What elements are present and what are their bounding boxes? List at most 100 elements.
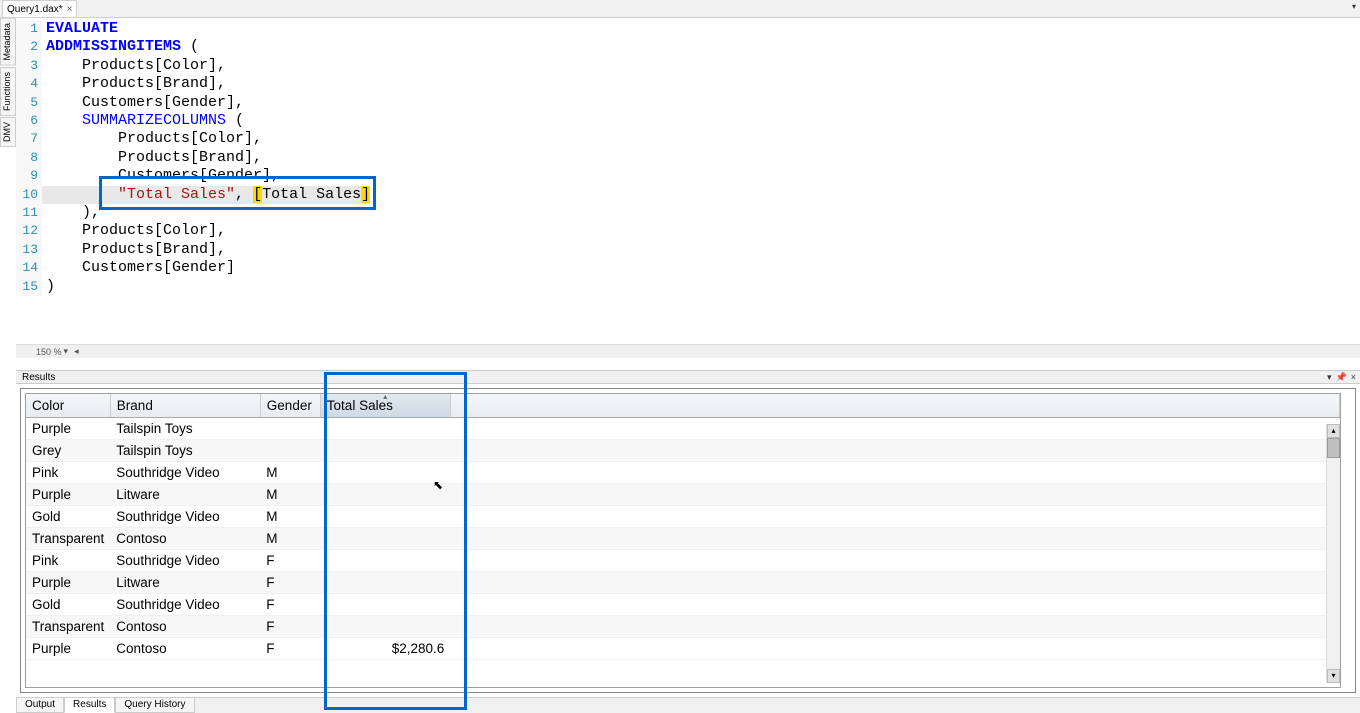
- code-line[interactable]: 6 SUMMARIZECOLUMNS (: [16, 112, 1360, 130]
- table-cell: Transparent: [26, 528, 110, 550]
- line-number: 14: [16, 259, 42, 277]
- panel-pin-icon[interactable]: 📌: [1336, 372, 1347, 383]
- side-tab-functions[interactable]: Functions: [0, 67, 16, 116]
- table-cell: Purple: [26, 572, 110, 594]
- table-cell: Transparent: [26, 616, 110, 638]
- table-cell: Gold: [26, 506, 110, 528]
- table-cell: [320, 594, 450, 616]
- panel-dropdown-icon[interactable]: ▾: [1327, 372, 1332, 383]
- line-number: 15: [16, 278, 42, 296]
- table-row[interactable]: PurpleContosoF$2,280.6: [26, 638, 1340, 660]
- code-line[interactable]: 4 Products[Brand],: [16, 75, 1360, 93]
- code-text[interactable]: Products[Brand],: [42, 241, 226, 259]
- table-cell: F: [260, 638, 320, 660]
- scroll-left-icon[interactable]: ◂: [74, 346, 79, 357]
- code-text[interactable]: Products[Brand],: [42, 149, 262, 167]
- code-line[interactable]: 9 Customers[Gender],: [16, 167, 1360, 185]
- code-text[interactable]: SUMMARIZECOLUMNS (: [42, 112, 244, 130]
- code-line[interactable]: 12 Products[Color],: [16, 222, 1360, 240]
- table-cell: [260, 418, 320, 440]
- bottom-tab-output[interactable]: Output: [16, 698, 64, 713]
- code-line[interactable]: 11 ),: [16, 204, 1360, 222]
- table-row[interactable]: PurpleTailspin Toys: [26, 418, 1340, 440]
- table-cell: [320, 462, 450, 484]
- code-text[interactable]: Customers[Gender],: [42, 94, 244, 112]
- bottom-tab-results[interactable]: Results: [64, 698, 115, 713]
- code-line[interactable]: 2ADDMISSINGITEMS (: [16, 38, 1360, 56]
- close-icon[interactable]: ×: [67, 4, 73, 15]
- table-cell: Contoso: [110, 638, 260, 660]
- code-editor[interactable]: 1EVALUATE2ADDMISSINGITEMS (3 Products[Co…: [16, 18, 1360, 298]
- line-number: 6: [16, 112, 42, 130]
- column-header-filler: [450, 394, 1339, 418]
- table-cell: M: [260, 506, 320, 528]
- results-grid[interactable]: ColorBrandGenderTotal SalesPurpleTailspi…: [25, 393, 1341, 688]
- code-text[interactable]: Products[Color],: [42, 130, 262, 148]
- table-row[interactable]: TransparentContosoF: [26, 616, 1340, 638]
- table-row[interactable]: PinkSouthridge VideoF: [26, 550, 1340, 572]
- tab-dropdown-icon[interactable]: ▾: [1352, 2, 1356, 11]
- line-number: 1: [16, 20, 42, 38]
- code-line[interactable]: 13 Products[Brand],: [16, 241, 1360, 259]
- code-line[interactable]: 10 "Total Sales", [Total Sales]: [16, 186, 1360, 204]
- zoom-dropdown-icon[interactable]: ▾: [64, 346, 69, 357]
- code-line[interactable]: 7 Products[Color],: [16, 130, 1360, 148]
- editor-tab-bar: Query1.dax* × ▾: [0, 0, 1360, 18]
- table-row[interactable]: TransparentContosoM: [26, 528, 1340, 550]
- column-header-brand[interactable]: Brand: [110, 394, 260, 418]
- tab-title: Query1.dax*: [7, 4, 63, 15]
- code-text[interactable]: Products[Color],: [42, 222, 226, 240]
- panel-close-icon[interactable]: ×: [1351, 372, 1356, 383]
- line-number: 12: [16, 222, 42, 240]
- results-table: ColorBrandGenderTotal SalesPurpleTailspi…: [26, 394, 1340, 660]
- scroll-up-icon[interactable]: ▴: [1327, 424, 1340, 438]
- code-text[interactable]: ): [42, 278, 55, 296]
- column-header-color[interactable]: Color: [26, 394, 110, 418]
- column-header-total-sales[interactable]: Total Sales: [320, 394, 450, 418]
- side-tab-dmv[interactable]: DMV: [0, 117, 16, 147]
- code-line[interactable]: 1EVALUATE: [16, 20, 1360, 38]
- table-row[interactable]: GoldSouthridge VideoF: [26, 594, 1340, 616]
- table-row[interactable]: GreyTailspin Toys: [26, 440, 1340, 462]
- code-text[interactable]: Customers[Gender]: [42, 259, 235, 277]
- zoom-bar: 150 % ▾ ◂: [16, 344, 1360, 358]
- code-line[interactable]: 14 Customers[Gender]: [16, 259, 1360, 277]
- code-line[interactable]: 8 Products[Brand],: [16, 149, 1360, 167]
- code-editor-area[interactable]: 1EVALUATE2ADDMISSINGITEMS (3 Products[Co…: [16, 18, 1360, 358]
- code-text[interactable]: Products[Color],: [42, 57, 226, 75]
- table-cell: Grey: [26, 440, 110, 462]
- table-cell: Litware: [110, 484, 260, 506]
- table-row[interactable]: PurpleLitwareM: [26, 484, 1340, 506]
- editor-tab[interactable]: Query1.dax* ×: [2, 0, 77, 17]
- results-panel-header: Results ▾ 📌 ×: [16, 370, 1360, 384]
- table-cell: [320, 484, 450, 506]
- scroll-down-icon[interactable]: ▾: [1327, 669, 1340, 683]
- table-cell: [320, 418, 450, 440]
- line-number: 3: [16, 57, 42, 75]
- table-cell: Pink: [26, 462, 110, 484]
- line-number: 2: [16, 38, 42, 56]
- table-row[interactable]: PinkSouthridge VideoM: [26, 462, 1340, 484]
- vertical-scrollbar[interactable]: ▴ ▾: [1326, 424, 1340, 683]
- table-cell: Southridge Video: [110, 462, 260, 484]
- code-text[interactable]: ADDMISSINGITEMS (: [42, 38, 199, 56]
- table-cell: M: [260, 484, 320, 506]
- table-cell: [320, 616, 450, 638]
- side-tab-metadata[interactable]: Metadata: [0, 18, 16, 66]
- code-line[interactable]: 3 Products[Color],: [16, 57, 1360, 75]
- code-line[interactable]: 5 Customers[Gender],: [16, 94, 1360, 112]
- scrollbar-thumb[interactable]: [1327, 438, 1340, 458]
- bottom-tab-query-history[interactable]: Query History: [115, 698, 194, 713]
- table-row[interactable]: PurpleLitwareF: [26, 572, 1340, 594]
- code-text[interactable]: "Total Sales", [Total Sales]: [42, 186, 370, 204]
- table-row[interactable]: GoldSouthridge VideoM: [26, 506, 1340, 528]
- column-header-gender[interactable]: Gender: [260, 394, 320, 418]
- code-text[interactable]: Customers[Gender],: [42, 167, 280, 185]
- code-text[interactable]: EVALUATE: [42, 20, 118, 38]
- code-text[interactable]: ),: [42, 204, 100, 222]
- line-number: 5: [16, 94, 42, 112]
- zoom-level: 150 %: [36, 347, 62, 357]
- code-line[interactable]: 15): [16, 278, 1360, 296]
- code-text[interactable]: Products[Brand],: [42, 75, 226, 93]
- results-label: Results: [22, 372, 55, 383]
